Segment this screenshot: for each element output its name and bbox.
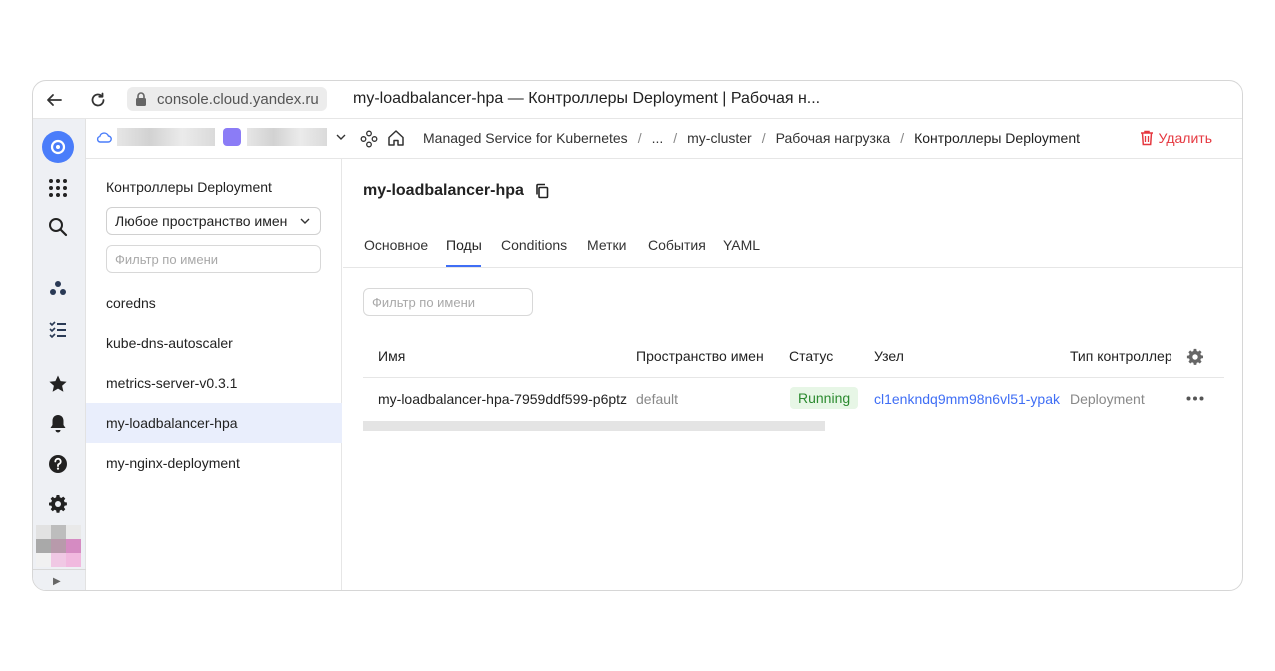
tab-conditions[interactable]: Conditions [501, 237, 567, 253]
breadcrumb-current: Контроллеры Deployment [914, 130, 1081, 146]
list-item[interactable]: metrics-server-v0.3.1 [86, 363, 342, 403]
reload-icon[interactable] [87, 89, 109, 111]
pod-controller-type: Deployment [1070, 391, 1145, 407]
home-icon[interactable] [387, 129, 405, 147]
delete-label: Удалить [1158, 130, 1212, 146]
avatar[interactable] [36, 525, 81, 567]
deployment-filter-input[interactable] [106, 245, 321, 273]
column-header-name[interactable]: Имя [378, 348, 405, 364]
rail-divider [33, 569, 86, 570]
back-arrow-icon[interactable] [43, 89, 65, 111]
bell-icon[interactable] [45, 411, 71, 437]
column-header-namespace[interactable]: Пространство имен [636, 348, 764, 364]
pod-name: my-loadbalancer-hpa-7959ddf599-p6ptz [378, 391, 628, 407]
list-item[interactable]: coredns [86, 283, 342, 323]
folder-icon [223, 128, 241, 146]
cloud-folder-selector[interactable] [96, 128, 347, 146]
tab-overview[interactable]: Основное [364, 237, 428, 253]
tab-labels[interactable]: Метки [587, 237, 627, 253]
table-header: Имя Пространство имен Статус Узел Тип ко… [363, 336, 1224, 378]
yandex-cloud-logo-icon[interactable] [42, 131, 74, 163]
address-bar[interactable]: console.cloud.yandex.ru [127, 87, 327, 111]
list-item-selected[interactable]: my-loadbalancer-hpa [86, 403, 342, 443]
tab-yaml[interactable]: YAML [723, 237, 760, 253]
list-item[interactable]: my-nginx-deployment [86, 443, 342, 483]
chevron-down-icon [336, 134, 346, 140]
checklist-icon[interactable] [45, 316, 71, 342]
namespace-select-value: Любое пространство имен [115, 213, 288, 229]
folder-name-redacted [247, 128, 327, 146]
deployment-title: my-loadbalancer-hpa [363, 182, 524, 199]
console-header: Managed Service for Kubernetes / ... / m… [86, 119, 1242, 159]
status-badge: Running [790, 387, 859, 409]
browser-toolbar: console.cloud.yandex.ru my-loadbalancer-… [33, 81, 1242, 119]
column-header-status[interactable]: Статус [789, 348, 833, 364]
deployment-list: coredns kube-dns-autoscaler metrics-serv… [86, 283, 342, 483]
main-content: my-loadbalancer-hpa Основное Поды Condit… [343, 159, 1242, 590]
kubernetes-icon[interactable] [45, 276, 71, 302]
search-icon[interactable] [45, 214, 71, 240]
pod-node-link[interactable]: cl1enkndq9mm98n6vl51-ypak [874, 391, 1060, 407]
expand-rail-icon[interactable]: ▶ [53, 576, 61, 587]
star-icon[interactable] [45, 371, 71, 397]
cloud-name-redacted [117, 128, 215, 146]
copy-icon[interactable] [534, 183, 550, 199]
browser-window: console.cloud.yandex.ru my-loadbalancer-… [32, 80, 1243, 591]
tab-pods[interactable]: Поды [446, 237, 482, 253]
column-header-controller-type[interactable]: Тип контроллера [1070, 348, 1171, 364]
deployments-panel: Контроллеры Deployment Любое пространств… [86, 159, 342, 590]
panel-title: Контроллеры Deployment [106, 179, 272, 195]
active-tab-indicator [446, 265, 481, 267]
url-text: console.cloud.yandex.ru [157, 90, 319, 108]
horizontal-scrollbar[interactable] [363, 421, 825, 431]
breadcrumb-ellipsis[interactable]: ... [652, 130, 664, 146]
lock-icon [136, 92, 146, 106]
cloud-icon [96, 132, 112, 143]
breadcrumb: Managed Service for Kubernetes / ... / m… [423, 130, 1081, 146]
breadcrumb-kubernetes[interactable]: Managed Service for Kubernetes [423, 130, 628, 146]
help-icon[interactable] [45, 451, 71, 477]
tab-events[interactable]: События [648, 237, 706, 253]
service-icon[interactable] [360, 130, 378, 148]
column-header-node[interactable]: Узел [874, 348, 904, 364]
chevron-down-icon [300, 218, 310, 224]
table-settings-gear-icon[interactable] [1186, 348, 1204, 366]
pod-namespace: default [636, 391, 679, 407]
tab-bar: Основное Поды Conditions Метки События Y… [343, 227, 1242, 268]
trash-icon [1140, 130, 1153, 146]
settings-gear-icon[interactable] [45, 491, 71, 517]
page-title: my-loadbalancer-hpa [363, 182, 550, 200]
namespace-select[interactable]: Любое пространство имен [106, 207, 321, 235]
delete-button[interactable]: Удалить [1140, 130, 1212, 146]
page-tab-title: my-loadbalancer-hpa — Контроллеры Deploy… [353, 90, 821, 107]
list-item[interactable]: kube-dns-autoscaler [86, 323, 342, 363]
table-row[interactable]: my-loadbalancer-hpa-7959ddf599-p6ptz def… [363, 378, 1224, 420]
more-actions-icon[interactable] [1186, 396, 1204, 401]
breadcrumb-workload[interactable]: Рабочая нагрузка [776, 130, 891, 146]
apps-grid-icon[interactable] [45, 175, 71, 201]
breadcrumb-cluster[interactable]: my-cluster [687, 130, 752, 146]
pods-filter-input[interactable] [363, 288, 533, 316]
left-rail: ▶ [33, 119, 86, 590]
